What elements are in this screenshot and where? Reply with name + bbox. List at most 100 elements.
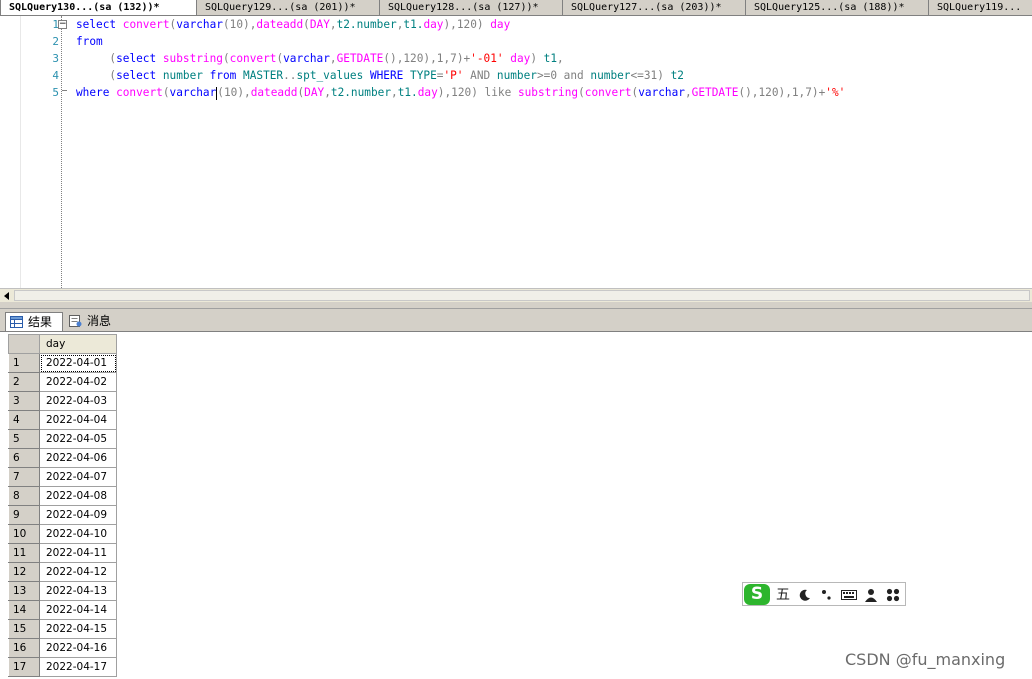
ime-mode-label[interactable]: 五 <box>774 585 792 605</box>
cell-day[interactable]: 2022-04-06 <box>39 448 117 468</box>
code-token: (10), <box>217 86 251 99</box>
tab-query-4[interactable]: SQLQuery127...(sa (203))* <box>563 0 746 15</box>
code-token: varchar <box>638 86 685 99</box>
row-number[interactable]: 2 <box>8 372 40 392</box>
table-row[interactable]: 12 2022-04-12 <box>8 562 117 582</box>
fold-guide <box>61 16 62 288</box>
code-token: varchar <box>283 52 330 65</box>
cell-day[interactable]: 2022-04-02 <box>39 372 117 392</box>
row-number[interactable]: 14 <box>8 600 40 620</box>
cell-day[interactable]: 2022-04-04 <box>39 410 117 430</box>
user-icon[interactable] <box>862 585 880 605</box>
code-token: day <box>510 52 531 65</box>
code-token: '%' <box>825 86 846 99</box>
row-number[interactable]: 17 <box>8 657 40 677</box>
cell-day[interactable]: 2022-04-03 <box>39 391 117 411</box>
code-token: , <box>329 52 337 65</box>
results-grid[interactable]: day 1 2022-04-01 2 2022-04-02 3 2022-04-03 4 20… <box>0 332 1032 679</box>
row-number[interactable]: 7 <box>8 467 40 487</box>
row-number[interactable]: 9 <box>8 505 40 525</box>
tab-query-6[interactable]: SQLQuery119... <box>929 0 1032 15</box>
cell-day[interactable]: 2022-04-17 <box>39 657 117 677</box>
table-row[interactable]: 6 2022-04-06 <box>8 448 117 468</box>
scrollbar-thumb[interactable] <box>14 290 1030 301</box>
table-row[interactable]: 11 2022-04-11 <box>8 543 117 563</box>
editor-horizontal-scrollbar[interactable] <box>0 288 1032 303</box>
pane-splitter[interactable] <box>0 302 1032 309</box>
tab-query-1[interactable]: SQLQuery130...(sa (132))* <box>0 0 197 15</box>
table-row[interactable]: 14 2022-04-14 <box>8 600 117 620</box>
code-token: t1. <box>397 86 418 99</box>
row-number[interactable]: 6 <box>8 448 40 468</box>
code-line: (select substring(convert(varchar,GETDAT… <box>76 50 845 67</box>
cell-day[interactable]: 2022-04-11 <box>39 543 117 563</box>
code-token: GETDATE <box>691 86 739 99</box>
cell-day[interactable]: 2022-04-15 <box>39 619 117 639</box>
table-row[interactable]: 4 2022-04-04 <box>8 410 117 430</box>
row-number[interactable]: 3 <box>8 391 40 411</box>
code-token: t2.number <box>330 86 392 99</box>
table-row[interactable]: 1 2022-04-01 <box>8 353 117 373</box>
table-row[interactable]: 17 2022-04-17 <box>8 657 117 677</box>
moon-icon[interactable] <box>796 585 814 605</box>
table-row[interactable]: 9 2022-04-09 <box>8 505 117 525</box>
table-row[interactable]: 15 2022-04-15 <box>8 619 117 639</box>
column-header-day[interactable]: day <box>39 334 117 354</box>
code-token: day <box>417 86 438 99</box>
collapse-icon[interactable]: − <box>58 20 67 29</box>
row-number[interactable]: 5 <box>8 429 40 449</box>
cell-day[interactable]: 2022-04-07 <box>39 467 117 487</box>
row-number[interactable]: 4 <box>8 410 40 430</box>
tab-query-2[interactable]: SQLQuery129...(sa (201))* <box>197 0 380 15</box>
row-number[interactable]: 12 <box>8 562 40 582</box>
row-number[interactable]: 15 <box>8 619 40 639</box>
sql-editor[interactable]: 12345 − select convert(varchar(10),datea… <box>0 16 1032 288</box>
line-number: 4 <box>52 69 59 82</box>
cell-day[interactable]: 2022-04-13 <box>39 581 117 601</box>
cell-day[interactable]: 2022-04-09 <box>39 505 117 525</box>
code-token: , <box>324 86 331 99</box>
row-number[interactable]: 16 <box>8 638 40 658</box>
sogou-logo-icon[interactable]: S <box>744 584 770 605</box>
table-row[interactable]: 5 2022-04-05 <box>8 429 117 449</box>
code-token: number <box>590 69 631 82</box>
code-area[interactable]: select convert(varchar(10),dateadd(DAY,t… <box>76 16 845 101</box>
scroll-left-arrow-icon[interactable] <box>4 292 9 300</box>
code-token: t2.number <box>336 18 397 31</box>
row-number[interactable]: 11 <box>8 543 40 563</box>
table-row[interactable]: 2 2022-04-02 <box>8 372 117 392</box>
code-token: ),120) like <box>437 86 518 99</box>
tab-query-5[interactable]: SQLQuery125...(sa (188))* <box>746 0 929 15</box>
row-number[interactable]: 10 <box>8 524 40 544</box>
table-row[interactable]: 16 2022-04-16 <box>8 638 117 658</box>
code-token: substring <box>517 86 579 99</box>
grid-corner[interactable] <box>8 334 40 354</box>
grid-apps-icon[interactable] <box>884 585 902 605</box>
cell-day[interactable]: 2022-04-16 <box>39 638 117 658</box>
keyboard-icon[interactable] <box>840 585 858 605</box>
code-token: MASTER <box>243 69 284 82</box>
row-number[interactable]: 8 <box>8 486 40 506</box>
punctuation-icon[interactable] <box>818 585 836 605</box>
row-number[interactable]: 1 <box>8 353 40 373</box>
code-token: (),120),1,7)+ <box>738 86 826 99</box>
code-line: select convert(varchar(10),dateadd(DAY,t… <box>76 16 845 33</box>
cell-day[interactable]: 2022-04-10 <box>39 524 117 544</box>
cell-day[interactable]: 2022-04-08 <box>39 486 117 506</box>
cell-day[interactable]: 2022-04-05 <box>39 429 117 449</box>
table-row[interactable]: 8 2022-04-08 <box>8 486 117 506</box>
tab-results[interactable]: 结果 <box>5 312 63 331</box>
cell-day[interactable]: 2022-04-12 <box>39 562 117 582</box>
line-number: 3 <box>52 52 59 65</box>
tab-messages[interactable]: 消息 <box>65 312 119 331</box>
tab-query-3[interactable]: SQLQuery128...(sa (127))* <box>380 0 563 15</box>
ime-toolbar: S 五 <box>742 582 906 606</box>
code-token: varchar <box>169 86 217 99</box>
table-row[interactable]: 13 2022-04-13 <box>8 581 117 601</box>
cell-day[interactable]: 2022-04-01 <box>39 353 117 373</box>
table-row[interactable]: 3 2022-04-03 <box>8 391 117 411</box>
table-row[interactable]: 10 2022-04-10 <box>8 524 117 544</box>
row-number[interactable]: 13 <box>8 581 40 601</box>
cell-day[interactable]: 2022-04-14 <box>39 600 117 620</box>
table-row[interactable]: 7 2022-04-07 <box>8 467 117 487</box>
